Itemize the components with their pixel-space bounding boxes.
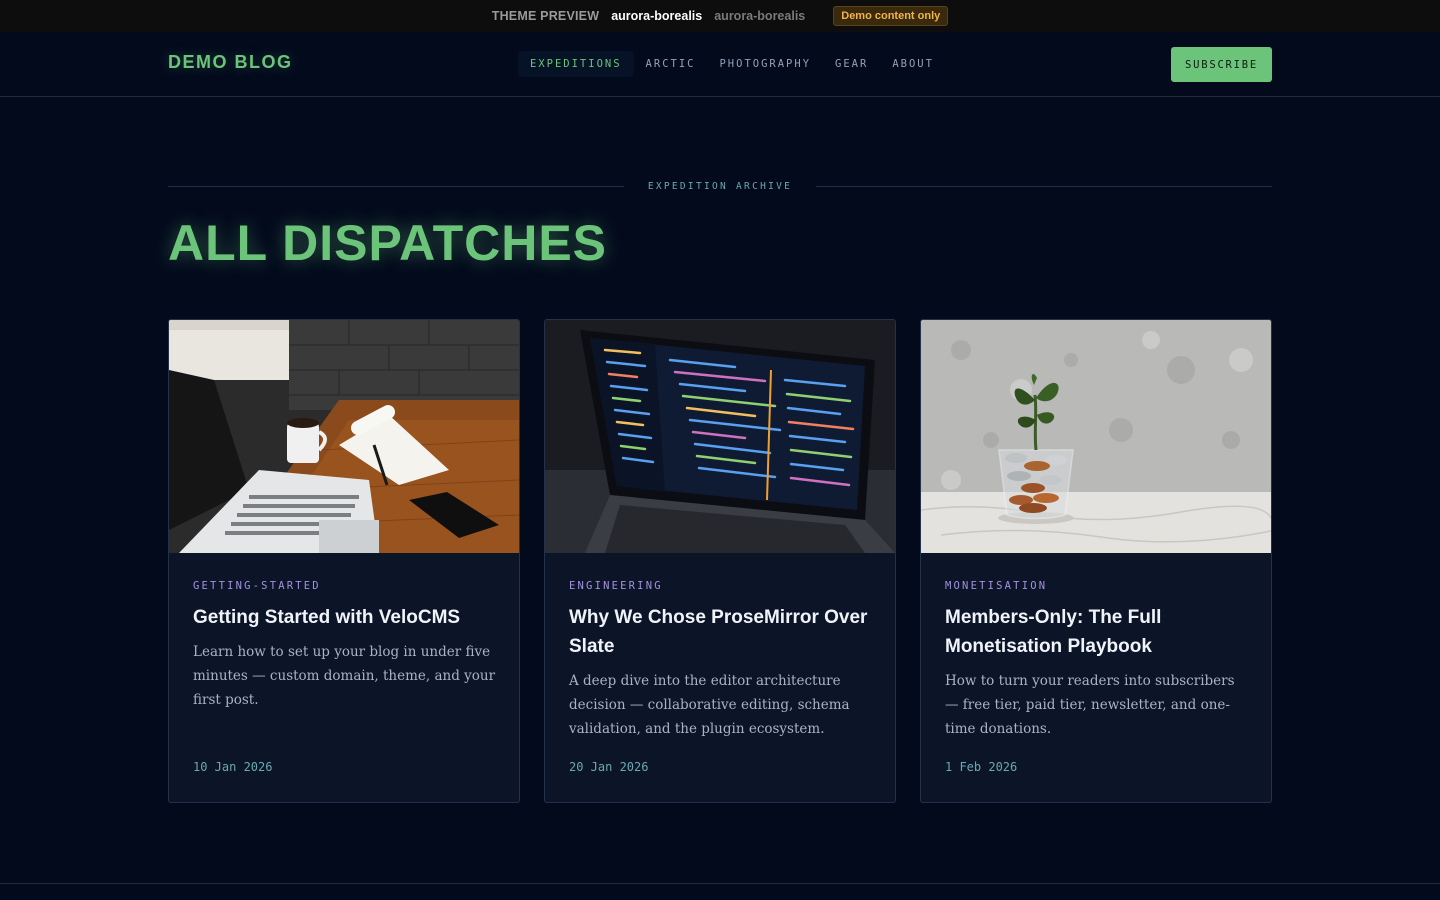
main-nav: EXPEDITIONS ARCTIC PHOTOGRAPHY GEAR ABOU… (518, 50, 946, 78)
post-cover-image[interactable] (545, 320, 895, 553)
post-excerpt: How to turn your readers into subscriber… (945, 673, 1235, 737)
post-card[interactable]: GETTING-STARTED Getting Started with Vel… (168, 319, 520, 803)
post-title[interactable]: Members-Only: The Full Monetisation Play… (945, 603, 1245, 661)
page-title: ALL DISPATCHES (168, 215, 608, 271)
theme-preview-bar: THEME PREVIEW aurora-borealis aurora-bor… (0, 0, 1440, 32)
post-cover-image[interactable] (169, 320, 519, 553)
post-category[interactable]: ENGINEERING (569, 580, 663, 592)
site-logo[interactable]: DEMO BLOG (168, 52, 293, 73)
post-date: 1 Feb 2026 (945, 760, 1018, 774)
post-excerpt: A deep dive into the editor architecture… (569, 673, 850, 737)
nav-item-photography[interactable]: PHOTOGRAPHY (707, 51, 823, 77)
post-date: 20 Jan 2026 (569, 760, 649, 774)
nav-item-arctic[interactable]: ARCTIC (634, 51, 708, 77)
post-grid: GETTING-STARTED Getting Started with Vel… (168, 319, 1272, 803)
post-date: 10 Jan 2026 (193, 760, 273, 774)
post-category[interactable]: MONETISATION (945, 580, 1047, 592)
archive-eyebrow: EXPEDITION ARCHIVE (168, 178, 1273, 194)
divider-right (816, 185, 1273, 187)
theme-option-active[interactable]: aurora-borealis (611, 9, 702, 23)
site-header: DEMO BLOG EXPEDITIONS ARCTIC PHOTOGRAPHY… (0, 32, 1440, 97)
post-card[interactable]: MONETISATION Members-Only: The Full Mone… (920, 319, 1272, 803)
footer-divider (0, 883, 1440, 884)
divider-left (168, 185, 624, 187)
post-title[interactable]: Why We Chose ProseMirror Over Slate (569, 603, 869, 661)
subscribe-button[interactable]: SUBSCRIBE (1171, 47, 1272, 82)
post-category[interactable]: GETTING-STARTED (193, 580, 321, 592)
nav-item-expeditions[interactable]: EXPEDITIONS (518, 51, 634, 77)
archive-label: EXPEDITION ARCHIVE (647, 180, 793, 192)
post-excerpt: Learn how to set up your blog in under f… (193, 644, 496, 708)
demo-content-badge: Demo content only (833, 6, 949, 26)
nav-item-gear[interactable]: GEAR (823, 51, 880, 77)
nav-item-about[interactable]: ABOUT (880, 51, 946, 77)
post-cover-image[interactable] (921, 320, 1271, 553)
post-card[interactable]: ENGINEERING Why We Chose ProseMirror Ove… (544, 319, 896, 803)
post-title[interactable]: Getting Started with VeloCMS (193, 603, 493, 632)
theme-option[interactable]: aurora-borealis (714, 9, 805, 23)
theme-preview-label: THEME PREVIEW (491, 9, 600, 23)
